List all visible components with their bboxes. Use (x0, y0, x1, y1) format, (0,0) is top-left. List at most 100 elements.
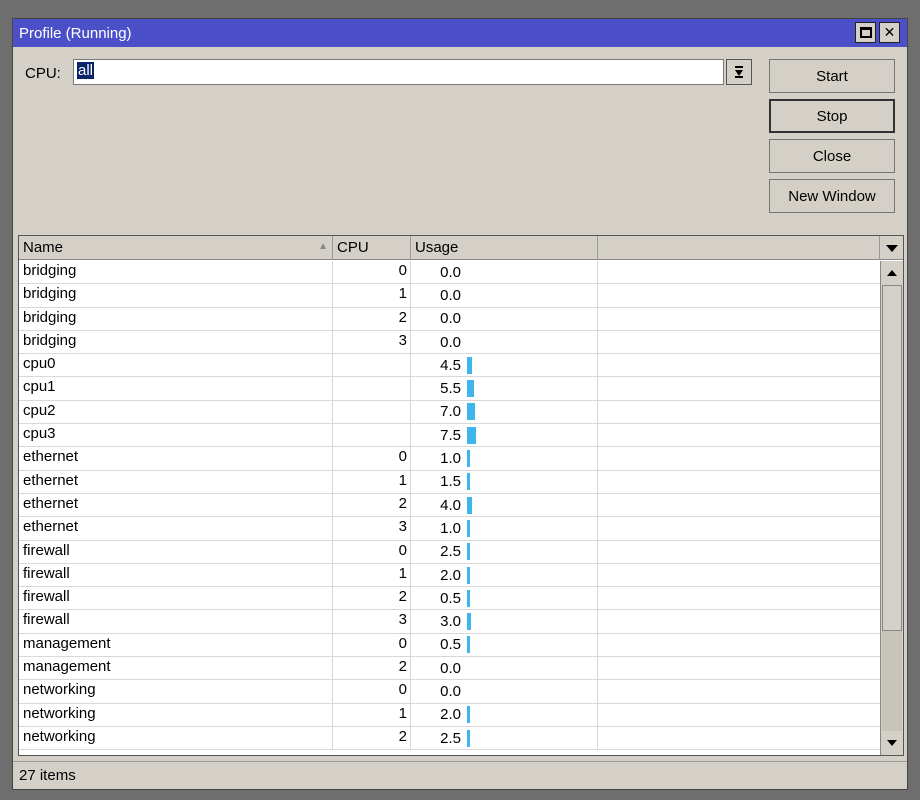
cell-usage: 7.0 (411, 400, 598, 424)
cell-name: cpu0 (19, 354, 333, 377)
usage-value: 7.5 (440, 426, 461, 444)
close-button[interactable]: Close (769, 139, 895, 173)
usage-value: 0.0 (440, 263, 461, 281)
usage-bar (467, 380, 474, 398)
sort-ascending-icon: ▲ (318, 241, 328, 252)
cell-name: bridging (19, 307, 333, 330)
cell-empty (598, 704, 880, 726)
table-row[interactable]: bridging 1 0.0 (19, 284, 880, 308)
usage-value: 3.0 (440, 613, 461, 631)
profile-window: Profile (Running) ✕ CPU: all Start Stop … (0, 0, 920, 800)
table-row[interactable]: cpu2 7.0 (19, 400, 880, 425)
usage-value: 0.0 (440, 659, 461, 677)
table-row[interactable]: firewall 0 2.5 (19, 540, 880, 564)
cpu-filter-value: all (77, 62, 95, 79)
table-row[interactable]: cpu3 7.5 (19, 424, 880, 448)
usage-value: 1.0 (440, 450, 461, 468)
cell-usage: 0.0 (411, 657, 598, 680)
maximize-button[interactable] (855, 22, 876, 43)
table-row[interactable]: management 0 0.5 (19, 633, 880, 658)
status-bar: 27 items (13, 761, 907, 789)
column-header-name[interactable]: Name ▲ (19, 236, 333, 260)
table-row[interactable]: bridging 2 0.0 (19, 307, 880, 331)
cell-usage: 1.0 (411, 447, 598, 470)
table-row[interactable]: ethernet 2 4.0 (19, 493, 880, 518)
cell-empty (598, 564, 880, 586)
table-row[interactable]: ethernet 0 1.0 (19, 447, 880, 471)
cell-empty (598, 447, 880, 469)
table-body: bridging 0 0.0 bridging 1 0.0 bridging 2 0.0 brid… (19, 261, 880, 755)
usage-bar (467, 496, 472, 514)
cell-cpu: 3 (333, 517, 411, 540)
cell-name: networking (19, 703, 333, 726)
scroll-up-button[interactable] (882, 263, 902, 283)
cell-name: cpu2 (19, 400, 333, 424)
table-row[interactable]: firewall 1 2.0 (19, 563, 880, 588)
cell-name: firewall (19, 610, 333, 633)
new-window-button[interactable]: New Window (769, 179, 895, 213)
arrow-up-icon (887, 270, 897, 276)
usage-value: 5.5 (440, 380, 461, 398)
table-row[interactable]: ethernet 3 1.0 (19, 517, 880, 541)
cpu-dropdown-button[interactable] (726, 59, 752, 85)
cpu-filter-input[interactable]: all (73, 59, 724, 85)
table-row[interactable]: networking 0 0.0 (19, 680, 880, 704)
table-row[interactable]: bridging 0 0.0 (19, 261, 880, 285)
cell-usage: 5.5 (411, 377, 598, 400)
usage-bar (467, 403, 475, 421)
cell-empty (598, 517, 880, 539)
cell-name: bridging (19, 261, 333, 284)
cell-name: management (19, 657, 333, 680)
usage-value: 7.0 (440, 403, 461, 421)
cell-usage: 4.0 (411, 493, 598, 517)
column-header-usage[interactable]: Usage (411, 236, 598, 260)
vertical-scrollbar[interactable] (880, 261, 903, 755)
usage-bar (467, 636, 470, 654)
cell-empty (598, 261, 880, 283)
scroll-track[interactable] (882, 285, 902, 731)
table-row[interactable]: management 2 0.0 (19, 657, 880, 681)
column-menu-button[interactable] (880, 236, 903, 260)
cell-cpu: 3 (333, 330, 411, 354)
cell-empty (598, 401, 880, 423)
cell-cpu: 1 (333, 703, 411, 726)
cell-empty (598, 494, 880, 516)
cell-name: firewall (19, 587, 333, 610)
start-button[interactable]: Start (769, 59, 895, 93)
usage-bar (467, 473, 470, 491)
table-row[interactable]: ethernet 1 1.5 (19, 470, 880, 494)
usage-bar (467, 356, 472, 374)
cell-name: ethernet (19, 470, 333, 493)
table-row[interactable]: bridging 3 0.0 (19, 330, 880, 355)
cell-cpu: 0 (333, 261, 411, 284)
table-row[interactable]: networking 1 2.0 (19, 703, 880, 727)
usage-bar (467, 543, 470, 561)
cell-name: management (19, 633, 333, 657)
cell-empty (598, 377, 880, 399)
close-window-button[interactable]: ✕ (879, 22, 900, 43)
cell-usage: 2.5 (411, 726, 598, 750)
table-row[interactable]: networking 2 2.5 (19, 726, 880, 751)
table-row[interactable]: firewall 3 3.0 (19, 610, 880, 634)
cell-empty (598, 680, 880, 702)
column-header-cpu[interactable]: CPU (333, 236, 411, 260)
table-row[interactable]: firewall 2 0.5 (19, 587, 880, 611)
cell-usage: 0.0 (411, 680, 598, 703)
stop-button[interactable]: Stop (769, 99, 895, 133)
usage-bar (467, 519, 470, 537)
cell-usage: 2.0 (411, 703, 598, 726)
scroll-thumb[interactable] (882, 285, 902, 631)
cell-name: cpu1 (19, 377, 333, 400)
table-row[interactable]: cpu0 4.5 (19, 354, 880, 378)
column-name-label: Name (23, 239, 64, 256)
maximize-icon (859, 27, 872, 38)
cell-cpu: 2 (333, 307, 411, 330)
window-frame: Profile (Running) ✕ CPU: all Start Stop … (12, 18, 908, 790)
scroll-down-button[interactable] (882, 733, 902, 753)
title-bar[interactable]: Profile (Running) ✕ (13, 19, 907, 47)
table-row[interactable]: cpu1 5.5 (19, 377, 880, 401)
cell-name: networking (19, 680, 333, 703)
usage-value: 1.5 (440, 473, 461, 491)
cell-empty (598, 284, 880, 306)
cell-cpu: 0 (333, 633, 411, 657)
